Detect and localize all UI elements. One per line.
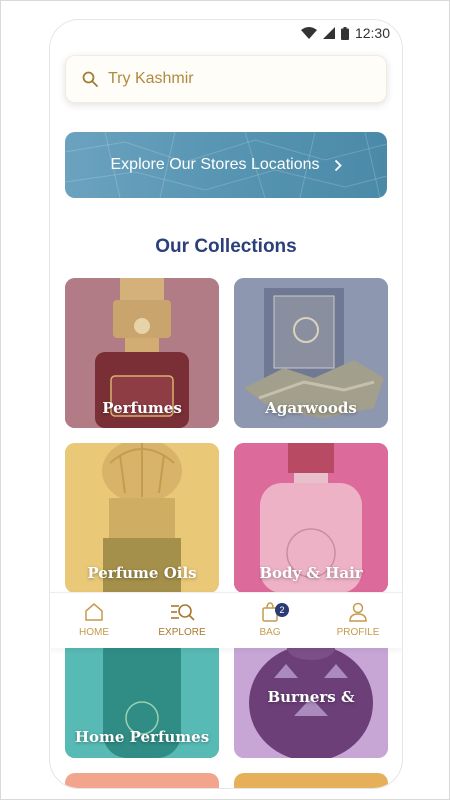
nav-profile[interactable]: PROFILE	[314, 593, 402, 648]
phone-screen: 12:30 Try Kashmir Explore Our Stores Loc…	[49, 19, 403, 789]
collection-label: Perfume Oils	[87, 564, 197, 582]
explore-icon	[171, 604, 195, 621]
wifi-icon	[300, 27, 317, 39]
status-time: 12:30	[354, 25, 390, 41]
signal-icon	[322, 27, 335, 39]
bottom-navigation: HOME EXPLORE 2 BAG PROFILE	[50, 592, 402, 648]
collection-tile-agarwoods[interactable]: Agarwoods	[234, 278, 388, 428]
collection-tile-partial[interactable]	[65, 773, 219, 788]
collection-label: Perfumes	[102, 399, 182, 417]
collection-label: Home Perfumes	[74, 728, 210, 746]
collection-label: Agarwoods	[265, 399, 357, 417]
nav-home-label: HOME	[79, 627, 109, 638]
collection-label: Burners &	[267, 688, 355, 706]
search-icon	[82, 71, 98, 87]
nav-bag[interactable]: 2 BAG	[226, 593, 314, 648]
chevron-right-icon	[334, 159, 342, 171]
status-bar: 12:30	[50, 20, 402, 48]
bag-count-badge: 2	[275, 603, 289, 617]
battery-icon	[340, 26, 349, 40]
nav-bag-label: BAG	[259, 627, 281, 638]
profile-icon	[349, 602, 367, 622]
collection-label: Body & Hair	[259, 564, 363, 582]
collection-tile-perfume-oils[interactable]: Perfume Oils	[65, 443, 219, 593]
collection-tile-partial[interactable]	[234, 773, 388, 788]
search-placeholder: Try Kashmir	[108, 70, 194, 87]
collections-title: Our Collections	[155, 236, 297, 257]
nav-explore[interactable]: EXPLORE	[138, 593, 226, 648]
store-locations-banner[interactable]: Explore Our Stores Locations	[65, 132, 387, 198]
home-icon	[85, 603, 103, 621]
collection-tile-body-hair[interactable]: Body & Hair	[234, 443, 388, 593]
nav-home[interactable]: HOME	[50, 593, 138, 648]
device-frame: 12:30 Try Kashmir Explore Our Stores Loc…	[0, 0, 450, 800]
nav-profile-label: PROFILE	[336, 627, 380, 638]
nav-explore-label: EXPLORE	[158, 627, 206, 638]
collection-tile-perfumes[interactable]: Perfumes	[65, 278, 219, 428]
banner-label: Explore Our Stores Locations	[110, 156, 320, 173]
search-bar[interactable]: Try Kashmir	[65, 55, 387, 103]
